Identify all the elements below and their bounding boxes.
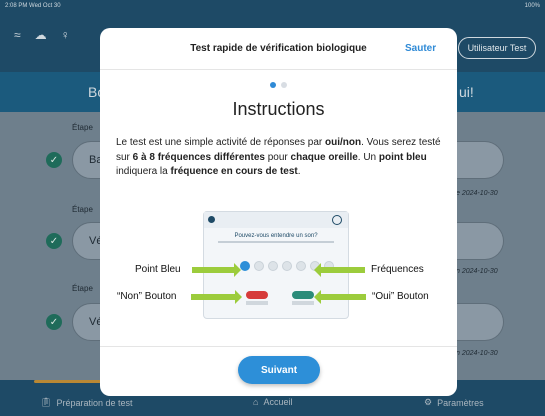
headphones-icon: [332, 215, 342, 225]
callout-frequencies: Fréquences: [371, 264, 424, 275]
page-dot-active: [270, 82, 276, 88]
check-icon: ✓: [46, 314, 62, 330]
tab-test-preparation[interactable]: 📋︎ Préparation de test: [40, 397, 133, 408]
next-button[interactable]: Suivant: [238, 356, 320, 384]
step-button-right[interactable]: [456, 303, 504, 341]
callout-blue-point: Point Bleu: [135, 264, 181, 275]
tab-label: Préparation de test: [56, 397, 133, 408]
instructions-text: Le test est une simple activité de répon…: [116, 137, 441, 177]
status-bar: 2:08 PM Wed Oct 30 100%: [0, 0, 545, 12]
skip-button[interactable]: Sauter: [405, 43, 436, 54]
person-icon: ♀: [60, 28, 70, 42]
step-date: n 2024-10-30: [456, 268, 498, 275]
tab-home[interactable]: ⌂ Accueil: [253, 397, 292, 407]
modal-title: Test rapide de vérification biologique: [190, 43, 367, 54]
modal-header: Test rapide de vérification biologique S…: [100, 28, 457, 70]
instructions-modal: Test rapide de vérification biologique S…: [100, 28, 457, 396]
illustration-question: Pouvez-vous entendre un son?: [234, 233, 318, 239]
step-date: n 2024-10-30: [456, 350, 498, 357]
cloud-icon: ☁: [34, 28, 47, 42]
battery-indicator: 100%: [524, 3, 540, 9]
check-icon: ✓: [46, 152, 62, 168]
arrow-right-icon: [192, 263, 241, 277]
user-button[interactable]: Utilisateur Test: [458, 37, 536, 59]
illustration-yes-button: [292, 291, 314, 299]
page-dot: [281, 82, 287, 88]
step-label: Étape: [72, 284, 93, 293]
page-indicator: [270, 82, 287, 88]
wifi-icon: ≈: [14, 28, 21, 42]
callout-yes-button: “Oui” Bouton: [372, 291, 429, 302]
arrow-left-icon: [314, 290, 366, 304]
arrow-right-icon: [191, 290, 242, 304]
step-label: Étape: [72, 205, 93, 214]
banner-text-right: ui!: [459, 84, 474, 100]
tab-settings[interactable]: ⚙ Paramètres: [424, 397, 484, 408]
illustration-no-button: [246, 291, 268, 299]
step-label: Étape: [72, 123, 93, 132]
check-icon: ✓: [46, 233, 62, 249]
test-screen-illustration: Pouvez-vous entendre un son?: [203, 211, 349, 319]
page-title: Instructions: [232, 99, 325, 119]
app-logo-icon: [208, 216, 215, 223]
step-date: e 2024-10-30: [456, 190, 498, 197]
tab-label: Paramètres: [437, 397, 484, 408]
blue-point-icon: [240, 261, 250, 271]
callout-no-button: “Non” Bouton: [117, 291, 177, 302]
status-time: 2:08 PM Wed Oct 30: [5, 3, 61, 9]
arrow-left-icon: [314, 263, 365, 277]
step-button-right[interactable]: [456, 141, 504, 179]
clipboard-icon: 📋︎: [40, 397, 52, 407]
home-icon: ⌂: [253, 397, 259, 407]
gear-icon: ⚙: [424, 397, 433, 407]
step-button-right[interactable]: [456, 222, 504, 260]
tab-label: Accueil: [263, 397, 293, 407]
